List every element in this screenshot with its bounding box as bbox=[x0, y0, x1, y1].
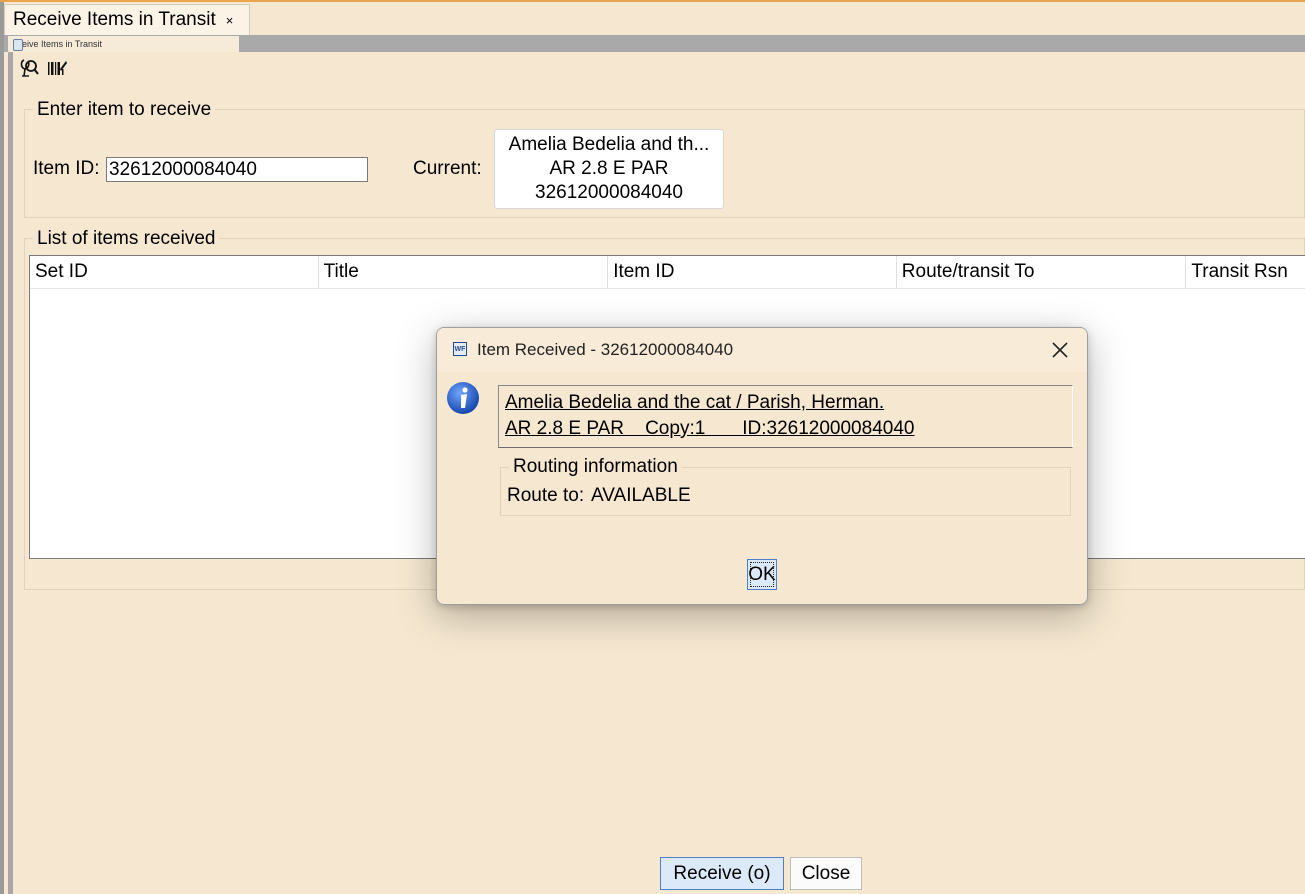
table-header: Set ID Title Item ID Route/transit To Tr… bbox=[30, 256, 1305, 289]
search-item-icon[interactable] bbox=[18, 57, 40, 79]
enter-item-legend: Enter item to receive bbox=[33, 99, 216, 121]
tab-title: Receive Items in Transit bbox=[13, 9, 216, 30]
column-header-item-id[interactable]: Item ID bbox=[608, 256, 897, 288]
current-title: Amelia Bedelia and th... bbox=[508, 134, 710, 155]
subtab-title: eive Items in Transit bbox=[22, 39, 103, 49]
close-button[interactable]: Close bbox=[790, 857, 862, 890]
dialog-title: Item Received - 32612000084040 bbox=[477, 340, 734, 359]
current-call-number: AR 2.8 E PAR bbox=[549, 158, 669, 179]
item-detail-line: AR 2.8 E PAR Copy:1 ID:32612000084040 bbox=[505, 418, 915, 439]
column-header-route-transit-to[interactable]: Route/transit To bbox=[897, 256, 1187, 288]
tab-receive-items-in-transit[interactable]: Receive Items in Transit × bbox=[4, 4, 250, 35]
left-splitter[interactable] bbox=[8, 52, 13, 894]
subtab-bar: eive Items in Transit bbox=[4, 35, 1305, 52]
subtab-marker-icon bbox=[13, 39, 23, 51]
dialog-close-icon[interactable] bbox=[1047, 337, 1073, 363]
route-to-value: AVAILABLE bbox=[591, 485, 691, 506]
column-header-title[interactable]: Title bbox=[319, 256, 609, 288]
current-item-display: Amelia Bedelia and th... AR 2.8 E PAR 32… bbox=[494, 129, 724, 209]
dialog-titlebar[interactable]: WF Item Received - 32612000084040 bbox=[437, 328, 1087, 372]
window-top-accent bbox=[0, 0, 1305, 2]
received-list-legend: List of items received bbox=[33, 228, 220, 250]
barcode-icon[interactable] bbox=[46, 57, 68, 79]
item-id-label: Item ID: bbox=[33, 158, 100, 179]
ok-button[interactable]: OK bbox=[747, 559, 777, 590]
tab-close-icon[interactable]: × bbox=[226, 13, 234, 28]
route-to-label: Route to: bbox=[507, 485, 585, 506]
item-received-dialog: WF Item Received - 32612000084040 Amelia… bbox=[436, 327, 1088, 605]
column-header-transit-reason[interactable]: Transit Rsn bbox=[1186, 256, 1305, 288]
item-id-input[interactable] bbox=[106, 157, 368, 182]
current-item-id: 32612000084040 bbox=[535, 182, 683, 203]
info-icon bbox=[447, 382, 479, 414]
subtab-receive-items[interactable]: eive Items in Transit bbox=[8, 36, 239, 52]
item-info-box: Amelia Bedelia and the cat / Parish, Her… bbox=[498, 385, 1073, 448]
left-frame-bar bbox=[0, 2, 4, 894]
current-label: Current: bbox=[413, 158, 482, 179]
routing-legend: Routing information bbox=[509, 456, 682, 478]
item-title-line: Amelia Bedelia and the cat / Parish, Her… bbox=[505, 392, 885, 413]
column-header-set-id[interactable]: Set ID bbox=[30, 256, 319, 288]
receive-button[interactable]: Receive (o) bbox=[660, 857, 784, 890]
app-icon: WF bbox=[453, 342, 467, 356]
